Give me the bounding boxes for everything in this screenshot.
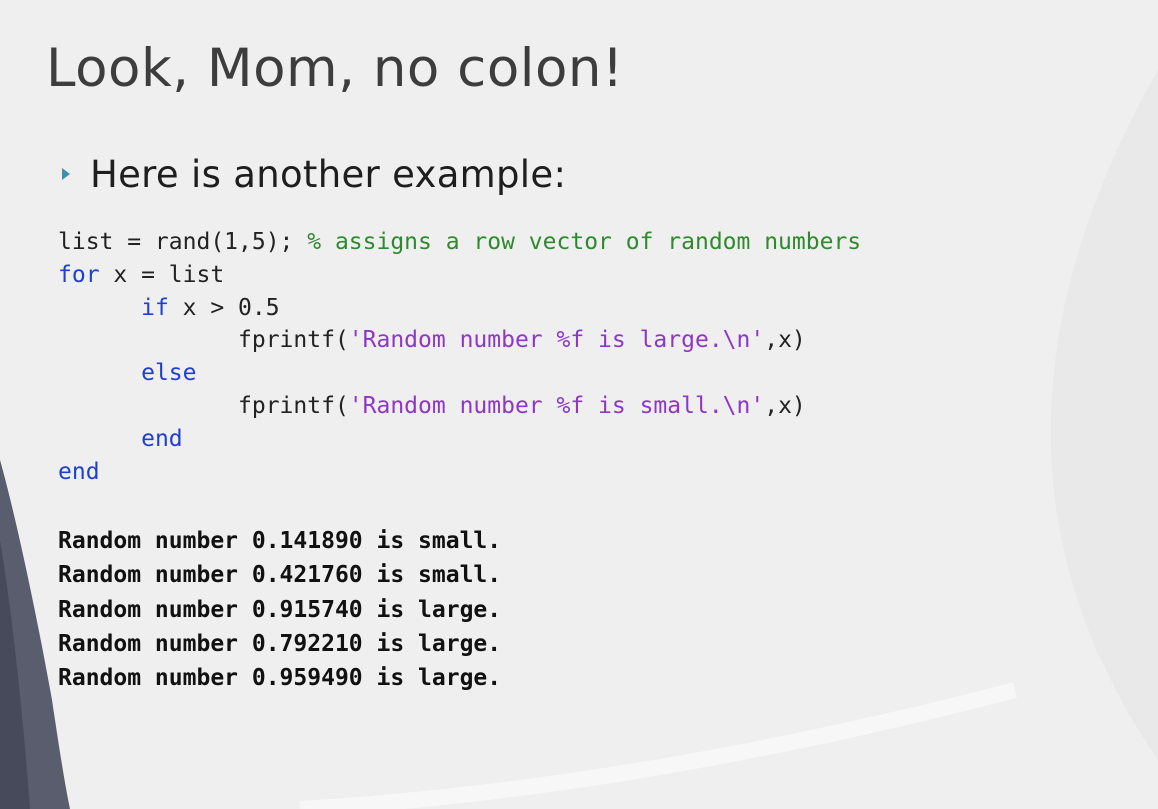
code-line: fprintf('Random number %f is small.\n',x…	[58, 390, 861, 423]
code-keyword: else	[141, 360, 197, 387]
code-text: ,x)	[764, 392, 806, 419]
code-text: x > 0.5	[168, 294, 280, 321]
code-line: else	[58, 357, 861, 390]
code-line: if x > 0.5	[58, 292, 861, 325]
code-keyword: if	[141, 294, 169, 321]
output-line: Random number 0.792210 is large.	[58, 630, 502, 657]
code-string: 'Random number %f is small.\n'	[348, 392, 765, 419]
code-text: fprintf(	[58, 327, 349, 354]
code-line: end	[58, 423, 861, 456]
program-output: Random number 0.141890 is small. Random …	[58, 524, 501, 695]
code-line: list = rand(1,5); % assigns a row vector…	[58, 226, 861, 259]
code-keyword: end	[141, 425, 183, 452]
code-line: for x = list	[58, 259, 861, 292]
code-line: fprintf('Random number %f is large.\n',x…	[58, 324, 861, 357]
slide-title: Look, Mom, no colon!	[46, 38, 624, 99]
code-block: list = rand(1,5); % assigns a row vector…	[58, 226, 861, 488]
output-line: Random number 0.141890 is small.	[58, 528, 502, 554]
code-keyword: for	[58, 261, 100, 288]
code-comment: % assigns a row vector of random numbers	[307, 229, 862, 255]
code-text: ,x)	[764, 327, 806, 354]
code-line: end	[58, 456, 861, 489]
bullet-text: Here is another example:	[90, 152, 567, 196]
output-line: Random number 0.421760 is small.	[58, 562, 502, 589]
code-string: 'Random number %f is large.\n'	[348, 327, 765, 354]
code-text: fprintf(	[58, 392, 349, 419]
code-keyword: end	[58, 458, 100, 485]
code-text: x = list	[99, 261, 225, 288]
output-line: Random number 0.959490 is large.	[58, 665, 502, 692]
code-text: list = rand(1,5);	[58, 229, 308, 255]
triangle-bullet-icon	[62, 168, 70, 180]
bullet-item: Here is another example:	[60, 150, 566, 198]
output-line: Random number 0.915740 is large.	[58, 596, 502, 623]
